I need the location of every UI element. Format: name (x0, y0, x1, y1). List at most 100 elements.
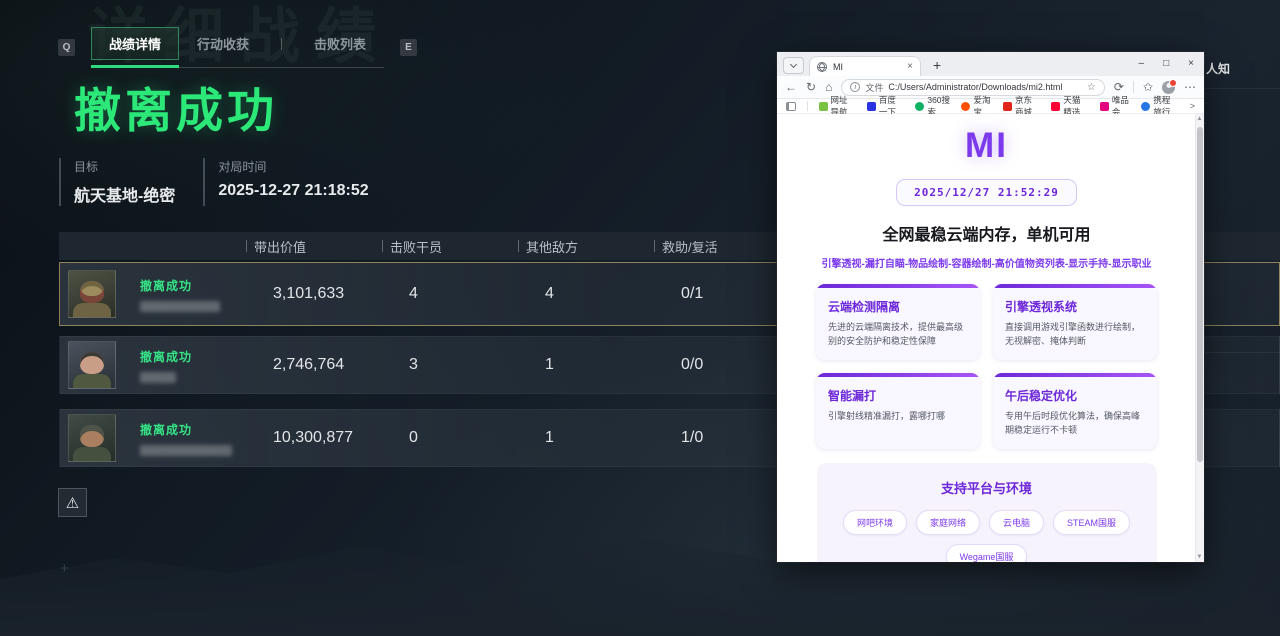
refresh-icon[interactable]: ↻ (806, 80, 816, 94)
platform-pill: STEAM国服 (1053, 510, 1130, 535)
feature-card: 云端检测隔离 先进的云端隔离技术，提供最高级别的安全防护和稳定性保障 (816, 284, 980, 360)
screen: 详细战绩 + + Q 战绩详情 行动收获 击败列表 E 撤离成功 目标 航天基地… (0, 0, 1280, 636)
content-scrollbar[interactable]: ▲ ▼ (1195, 114, 1204, 562)
player-name-blurred (140, 445, 232, 456)
feature-card: 引擎透视系统 直接调用游戏引擎函数进行绘制，无视解密、掩体判断 (993, 284, 1157, 360)
feature-card: 智能漏打 引擎射线精准漏打，露哪打哪 (816, 373, 980, 449)
tab-battle-details[interactable]: 战绩详情 (91, 27, 179, 60)
bookmark-favicon (1003, 102, 1012, 111)
header-operator-kills: 击败干员 (382, 237, 518, 256)
tab-search-button[interactable] (783, 57, 804, 74)
grid-cross-decoration: + (60, 560, 69, 577)
browser-title-bar: MI × + – □ × (777, 52, 1204, 76)
card-accent-bar (816, 373, 980, 377)
status-badge: 撤离成功 (140, 348, 192, 365)
platform-section: 支持平台与环境 网吧环境 家庭网络 云电脑 STEAM国服 Wegame国服 (817, 463, 1157, 562)
report-button[interactable]: ⚠ (58, 488, 87, 517)
platform-title: 支持平台与环境 (827, 478, 1147, 497)
cell-carry-value: 3,101,633 (247, 285, 383, 303)
feature-cards: 云端检测隔离 先进的云端隔离技术，提供最高级别的安全防护和稳定性保障 引擎透视系… (791, 284, 1182, 449)
cell-rescue-revive: 0/1 (655, 285, 791, 303)
toolbar-divider (1133, 81, 1134, 93)
platform-pill: 家庭网络 (916, 510, 980, 535)
player-avatar (68, 341, 116, 389)
close-button[interactable]: × (1188, 58, 1194, 69)
results-tab-bar: Q 战绩详情 行动收获 击败列表 E (58, 27, 417, 68)
card-accent-bar (993, 373, 1157, 377)
header-rescue-revive: 救助/复活 (654, 237, 790, 256)
tab-operation-loot[interactable]: 行动收获 (179, 28, 267, 59)
page-headline: 全网最稳云端内存，单机可用 (791, 221, 1182, 245)
scroll-down-icon[interactable]: ▼ (1196, 554, 1203, 560)
favorites-icon[interactable]: ✩ (1143, 80, 1153, 94)
address-url[interactable]: C:/Users/Administrator/Downloads/mi2.htm… (888, 82, 1082, 92)
cell-other-enemies: 1 (519, 356, 655, 374)
player-avatar (68, 414, 116, 462)
browser-content: MI 2025/12/27 21:52:29 全网最稳云端内存，单机可用 引擎透… (777, 114, 1204, 562)
match-time-value: 2025-12-27 21:18:52 (218, 182, 368, 200)
features-line: 引擎透视-漏打自瞄-物品绘制-容器绘制-高价值物资列表-显示手持-显示职业 (791, 255, 1182, 270)
cell-operator-kills: 3 (383, 356, 519, 374)
bookmark-favicon (867, 102, 876, 111)
cell-rescue-revive: 1/0 (655, 429, 791, 447)
bookmark-star-icon[interactable]: ☆ (1087, 82, 1096, 93)
warning-icon: ⚠ (66, 494, 79, 512)
cell-operator-kills: 4 (383, 285, 519, 303)
cell-rescue-revive: 0/0 (655, 356, 791, 374)
bookmark-favicon (1051, 102, 1060, 111)
bookmarks-divider (807, 101, 808, 111)
browser-tab-title: MI (833, 62, 901, 72)
cell-operator-kills: 0 (383, 429, 519, 447)
back-icon[interactable]: ← (785, 80, 797, 94)
more-menu-icon[interactable]: ⋯ (1184, 80, 1196, 94)
objective-info: 目标 航天基地-绝密 (59, 158, 175, 206)
maximize-button[interactable]: □ (1163, 58, 1169, 69)
web-page: MI 2025/12/27 21:52:29 全网最稳云端内存，单机可用 引擎透… (777, 114, 1204, 562)
key-hint-e: E (400, 39, 417, 56)
bookmarks-overflow-icon[interactable]: > (1190, 101, 1195, 111)
bookmark-favicon (1100, 102, 1109, 111)
match-info: 目标 航天基地-绝密 对局时间 2025-12-27 21:18:52 (59, 158, 397, 206)
player-name-blurred (140, 372, 176, 383)
scrollbar-thumb[interactable] (1197, 127, 1203, 462)
address-bar[interactable]: i 文件 C:/Users/Administrator/Downloads/mi… (841, 79, 1105, 96)
match-time-info: 对局时间 2025-12-27 21:18:52 (203, 158, 368, 206)
bookmark-favicon (1141, 102, 1150, 111)
browser-window: MI × + – □ × ← ↻ ⌂ i 文件 C:/Users/Adminis… (777, 52, 1204, 562)
sidebar-panel-icon[interactable] (786, 102, 796, 111)
globe-icon (817, 62, 827, 72)
profile-avatar-icon[interactable] (1162, 81, 1175, 94)
timestamp-badge: 2025/12/27 21:52:29 (896, 179, 1077, 206)
history-icon[interactable]: ⟳ (1114, 80, 1124, 94)
objective-value: 航天基地-绝密 (74, 182, 175, 206)
header-other-enemies: 其他敌方 (518, 237, 654, 256)
new-tab-button[interactable]: + (933, 57, 941, 73)
key-hint-q: Q (58, 39, 75, 56)
chevron-down-icon (790, 61, 797, 68)
player-name-blurred (140, 301, 220, 312)
page-info-icon[interactable]: i (850, 82, 860, 92)
status-badge: 撤离成功 (140, 421, 232, 438)
card-accent-bar (993, 284, 1157, 288)
home-icon[interactable]: ⌂ (825, 80, 832, 94)
edge-text-fragment: 人知 (1206, 60, 1230, 77)
platform-pill: Wegame国服 (946, 544, 1028, 562)
tab-divider (281, 38, 282, 50)
minimize-button[interactable]: – (1139, 58, 1145, 69)
status-badge: 撤离成功 (140, 277, 220, 294)
active-tab-underline (91, 65, 179, 68)
platform-pill: 网吧环境 (843, 510, 907, 535)
site-logo: MI (791, 126, 1182, 166)
player-avatar (68, 270, 116, 318)
cell-other-enemies: 4 (519, 285, 655, 303)
tab-kill-list[interactable]: 击败列表 (296, 28, 384, 59)
bookmark-favicon (819, 102, 828, 111)
scroll-up-icon[interactable]: ▲ (1196, 116, 1203, 122)
tab-close-icon[interactable]: × (907, 61, 913, 72)
extraction-success-title: 撤离成功 (74, 72, 278, 141)
platform-pill: 云电脑 (989, 510, 1044, 535)
browser-tab[interactable]: MI × (809, 56, 921, 76)
cell-carry-value: 2,746,764 (247, 356, 383, 374)
address-scheme-label: 文件 (865, 81, 883, 94)
objective-label: 目标 (74, 158, 175, 175)
